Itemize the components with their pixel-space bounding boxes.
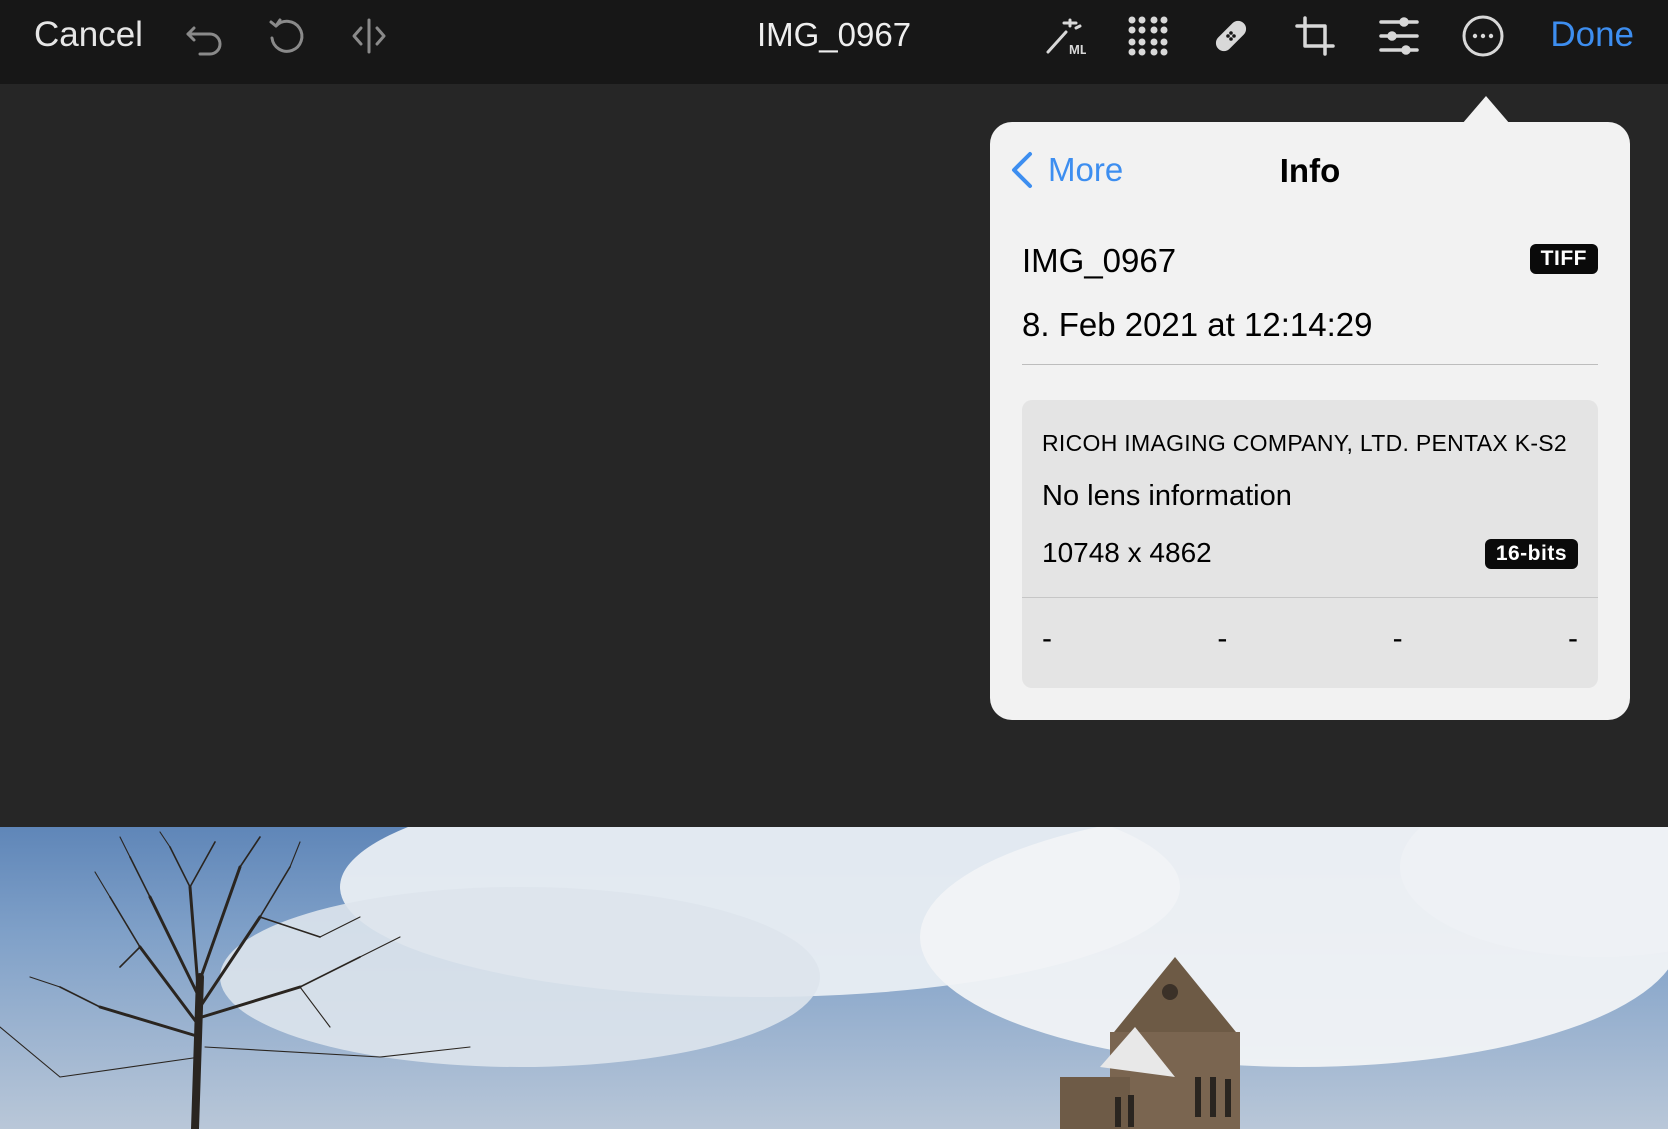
exif-value: - bbox=[1392, 622, 1403, 655]
top-toolbar: Cancel IMG_0967 ML Done bbox=[0, 0, 1668, 84]
ml-wand-icon[interactable]: ML bbox=[1040, 12, 1088, 60]
exif-values-row: - - - - bbox=[1042, 622, 1578, 656]
chevron-left-icon bbox=[1012, 152, 1032, 188]
heal-bandage-icon[interactable] bbox=[1207, 12, 1255, 60]
crop-icon[interactable] bbox=[1291, 12, 1339, 60]
more-icon[interactable] bbox=[1459, 12, 1507, 60]
divider bbox=[1022, 364, 1598, 365]
compare-icon[interactable] bbox=[345, 12, 393, 60]
photo-preview[interactable] bbox=[0, 827, 1668, 1129]
cancel-button[interactable]: Cancel bbox=[34, 14, 143, 56]
back-to-more-button[interactable]: More bbox=[1008, 150, 1123, 190]
back-label: More bbox=[1048, 151, 1124, 188]
undo-icon[interactable] bbox=[180, 12, 228, 60]
info-popover: More Info IMG_0967 TIFF 8. Feb 2021 at 1… bbox=[990, 122, 1630, 720]
done-button[interactable]: Done bbox=[1550, 14, 1634, 56]
camera-model: RICOH IMAGING COMPANY, LTD. PENTAX K-S2 bbox=[1042, 430, 1568, 456]
bit-depth-badge: 16-bits bbox=[1484, 539, 1578, 569]
camera-details-card: RICOH IMAGING COMPANY, LTD. PENTAX K-S2 … bbox=[1022, 400, 1598, 688]
file-name: IMG_0967 bbox=[1022, 242, 1177, 279]
exif-value: - bbox=[1217, 622, 1228, 655]
image-dimensions: 10748 x 4862 bbox=[1042, 537, 1212, 568]
revert-icon[interactable] bbox=[262, 12, 310, 60]
format-badge: TIFF bbox=[1529, 244, 1598, 274]
exif-value: - bbox=[1567, 622, 1578, 655]
grid-icon[interactable] bbox=[1124, 12, 1172, 60]
popover-arrow bbox=[1462, 96, 1510, 124]
lens-info: No lens information bbox=[1042, 480, 1292, 512]
svg-text:ML: ML bbox=[1069, 42, 1086, 57]
divider bbox=[1022, 597, 1598, 598]
capture-date: 8. Feb 2021 at 12:14:29 bbox=[1022, 306, 1373, 343]
exif-value: - bbox=[1042, 622, 1052, 655]
adjust-sliders-icon[interactable] bbox=[1375, 12, 1423, 60]
